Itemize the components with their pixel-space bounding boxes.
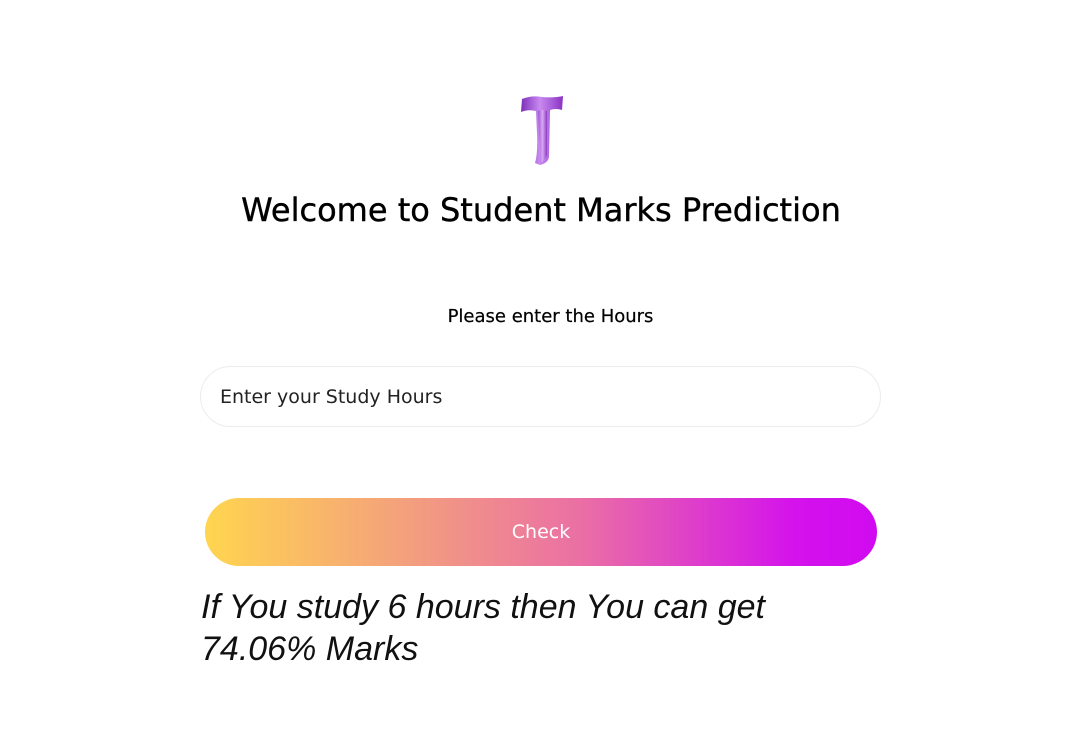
app-logo-icon: [518, 93, 566, 167]
page: Welcome to Student Marks Prediction Plea…: [0, 0, 1067, 730]
prediction-result: If You study 6 hours then You can get 74…: [201, 588, 765, 668]
hours-label: Please enter the Hours: [447, 306, 654, 327]
page-title: Welcome to Student Marks Prediction: [241, 191, 841, 229]
study-hours-input[interactable]: [200, 366, 881, 427]
check-button[interactable]: Check: [205, 498, 877, 566]
